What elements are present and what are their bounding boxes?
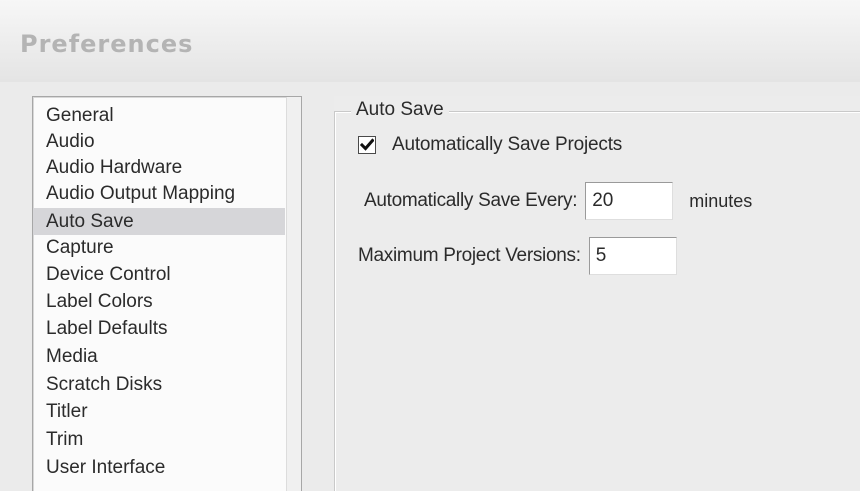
max-versions-label: Maximum Project Versions: [358,245,581,266]
auto-save-projects-checkbox[interactable] [358,136,376,154]
category-item-audio-hardware[interactable]: Audio Hardware [33,154,285,181]
category-item-audio[interactable]: Audio [33,128,285,155]
category-item-titler[interactable]: Titler [33,398,285,425]
auto-save-group-label: Auto Save [351,98,449,122]
category-item-capture[interactable]: Capture [33,234,285,261]
category-item-label-colors[interactable]: Label Colors [33,288,285,315]
window-title: Preferences [20,30,194,58]
preferences-window: Preferences General Audio Audio Hardware… [0,0,860,491]
category-item-user-interface[interactable]: User Interface [33,454,285,481]
list-scrollbar[interactable] [286,97,301,491]
category-item-scratch-disks[interactable]: Scratch Disks [33,371,285,398]
save-interval-unit: minutes [689,190,753,211]
auto-save-panel: Auto Save Automatically Save Projects Au… [334,96,860,491]
auto-save-projects-label: Automatically Save Projects [392,134,623,155]
save-interval-label: Automatically Save Every: [364,190,578,211]
save-interval-row: Automatically Save Every: minutes [364,181,752,221]
max-versions-row: Maximum Project Versions: [358,236,677,276]
save-interval-input[interactable] [585,182,674,220]
title-bar: Preferences [0,0,860,82]
category-item-general[interactable]: General [33,102,285,129]
check-icon [360,138,374,151]
category-list[interactable]: General Audio Audio Hardware Audio Outpu… [32,96,302,491]
category-item-media[interactable]: Media [33,343,285,370]
category-item-label-defaults[interactable]: Label Defaults [33,315,285,342]
max-versions-input[interactable] [588,237,677,275]
category-item-auto-save[interactable]: Auto Save [33,208,285,235]
auto-save-group-frame [334,111,860,491]
category-item-trim[interactable]: Trim [33,426,285,453]
category-item-audio-output-mapping[interactable]: Audio Output Mapping [33,180,285,207]
auto-save-projects-option[interactable]: Automatically Save Projects [358,132,622,158]
category-item-device-control[interactable]: Device Control [33,261,285,288]
